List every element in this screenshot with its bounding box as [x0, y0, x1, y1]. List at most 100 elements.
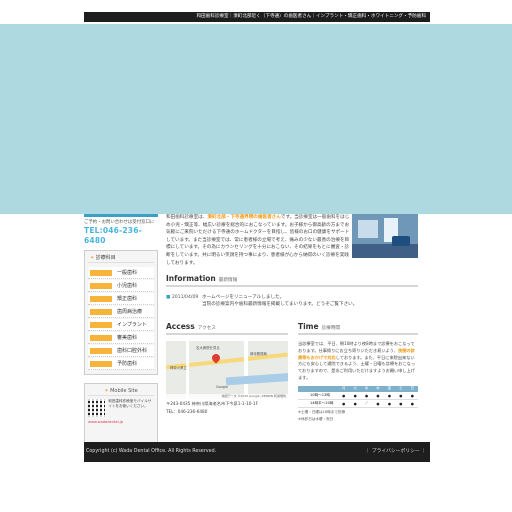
time-heading: Time 診療時間	[298, 322, 418, 335]
menu-tag	[90, 308, 112, 315]
clinic-photo	[352, 214, 418, 258]
hours-cell: ●	[349, 399, 361, 409]
info-subtitle: 最新情報	[218, 278, 238, 283]
map-label: 緑寺郵便局	[250, 352, 267, 356]
menu-item-label: 予防歯科	[117, 360, 138, 367]
department-menu: ✦ 診療科目 一般歯科 小児歯科 矯正歯科 歯周病治療 インプラント 審美歯科 …	[84, 250, 158, 375]
site-tagline: 和田歯科診療室｜湊町北部近く（下寺通）の歯医者さん｜インプラント・矯正歯科・ホワ…	[84, 12, 430, 22]
hero-banner	[0, 24, 512, 214]
hours-cell: ●	[395, 399, 407, 409]
bullet-icon: ■	[166, 295, 171, 300]
menu-tag	[90, 347, 112, 354]
map-label: 神奈川県立	[170, 366, 187, 370]
access-tel: TEL：046-236-6480	[166, 409, 208, 414]
menu-tag	[90, 269, 112, 276]
menu-item-pediatric[interactable]: 小児歯科	[88, 280, 154, 292]
information-section: Information 最新情報 ■ 2011/04/09 ホームページをリニュ…	[166, 274, 418, 308]
time-text: 当診療室では、平日、朝10時より夜8時まで診療をおこなっております。仕事帰りにお…	[298, 341, 418, 382]
top-bar: 和田歯科診療室｜湊町北部近く（下寺通）の歯医者さん｜インプラント・矯正歯科・ホワ…	[0, 0, 512, 24]
footer: Copyright (c) Wada Dental Office. All Ri…	[84, 442, 430, 462]
hours-cell: ●	[383, 391, 396, 401]
mobile-site-box[interactable]: ✦ Mobile Site 和田歯科診療室モバイルサイトをお使いください。 ww…	[84, 383, 158, 445]
mobile-row: 和田歯科診療室モバイルサイトをお使いください。	[88, 399, 154, 417]
hours-cell: ●	[395, 391, 407, 401]
map-footer: 地図データ ©2015 Google, ZENRIN 利用規約	[166, 394, 288, 399]
star-icon: ✦	[104, 388, 109, 394]
menu-item-general[interactable]: 一般歯科	[88, 267, 154, 279]
address: 〒243-0435 神奈川県海老名市下今泉1-1-10-1F	[166, 401, 259, 406]
hours-cell: ●	[372, 399, 384, 409]
hours-cell: ●	[406, 391, 418, 401]
hours-row-label: 14時半〜20時	[298, 399, 338, 409]
map-road	[244, 341, 248, 399]
qr-code-icon	[88, 399, 107, 417]
google-map[interactable]: 名大病院を見る 神奈川県立 緑寺郵便局 Google 地図データ ©2015 G…	[166, 341, 288, 399]
access-subtitle: アクセス	[197, 326, 216, 331]
news-line: 当院の診療案内や歯科最新情報を掲載してまいります。どうぞご覧下さい。	[202, 302, 358, 307]
intro-rest: です。当診療室は一般歯科をはじめ小児・矯正等、幅広い診療を総合的におこなっていま…	[166, 215, 350, 266]
map-label: 名大病院を見る	[196, 346, 220, 350]
map-label: Google	[216, 385, 228, 389]
menu-item-periodontal[interactable]: 歯周病治療	[88, 306, 154, 318]
intro-lead: 和田歯科診療室は、	[166, 215, 208, 220]
dental-chair	[392, 236, 410, 246]
menu-item-label: 審美歯科	[117, 334, 138, 341]
news-date-text: 2011/04/09	[171, 295, 199, 300]
star-icon: ✦	[90, 255, 95, 261]
menu-tag	[90, 282, 112, 289]
hours-cell: ●	[372, 391, 384, 401]
hours-cell: ●	[360, 391, 373, 401]
copyright: Copyright (c) Wada Dental Office. All Ri…	[86, 449, 217, 454]
left-column: ご予約・お問い合わせは受付窓口に TEL:046-236-6480 ✦ 診療科目…	[84, 214, 158, 445]
privacy-policy-link[interactable]: ｜ プライバシーポリシー ｜	[365, 442, 426, 462]
hours-cell: ●	[349, 391, 361, 401]
menu-item-preventive[interactable]: 予防歯科	[88, 358, 154, 370]
intro-highlight: 湊町北部・下寺通界隈の歯医者さん	[207, 215, 281, 220]
menu-item-orthodontic[interactable]: 矯正歯科	[88, 293, 154, 305]
hours-cell: ●	[406, 399, 418, 409]
menu-item-label: 一般歯科	[117, 269, 138, 276]
time-title: Time	[298, 322, 319, 331]
news-body: ホームページをリニューアルしました。 当院の診療案内や歯科最新情報を掲載してまい…	[202, 294, 402, 308]
map-road	[186, 341, 189, 399]
mobile-text: 和田歯科診療室モバイルサイトをお使いください。	[108, 399, 152, 408]
menu-item-label: 矯正歯科	[117, 295, 138, 302]
menu-tag	[90, 360, 112, 367]
main-content: 和田歯科診療室は、湊町北部・下寺通界隈の歯医者さんです。当診療室は一般歯科をはじ…	[166, 214, 418, 421]
time-subtitle: 診療時間	[321, 326, 340, 331]
mobile-title-text: Mobile Site	[110, 388, 138, 394]
hours-row: 10時〜13時 ● ● ● ● ● ● ●	[298, 391, 418, 401]
menu-item-label: 歯科口腔外科	[117, 347, 148, 354]
access-section: Access アクセス 名大病院を見る 神奈川県立 緑寺郵便局 Google 地…	[166, 322, 288, 415]
menu-title: ✦ 診療科目	[88, 254, 154, 263]
tel-accent-bar	[84, 214, 158, 217]
menu-item-oral-surgery[interactable]: 歯科口腔外科	[88, 345, 154, 357]
hours-note: ※土曜・日曜は18時まで診療	[298, 410, 346, 415]
hours-row: 14時半〜20時 ● ● ／ ● ● ● ●	[298, 399, 418, 409]
mobile-title: ✦ Mobile Site	[88, 387, 154, 396]
menu-item-implant[interactable]: インプラント	[88, 319, 154, 331]
news-date: ■ 2011/04/09	[166, 294, 202, 308]
mobile-url[interactable]: www.wadadental.jp	[88, 420, 154, 425]
contact-tel[interactable]: TEL:046-236-6480	[84, 226, 158, 246]
info-heading: Information 最新情報	[166, 274, 418, 287]
access-title: Access	[166, 322, 195, 331]
info-title: Information	[166, 274, 216, 283]
news-item: ■ 2011/04/09 ホームページをリニューアルしました。 当院の診療案内や…	[166, 294, 418, 308]
hours-cell: ／	[360, 399, 373, 409]
hours-row-label: 10時〜13時	[298, 391, 338, 401]
news-line: ホームページをリニューアルしました。	[202, 295, 285, 300]
intro-text: 和田歯科診療室は、湊町北部・下寺通界隈の歯医者さんです。当診療室は一般歯科をはじ…	[166, 214, 350, 267]
menu-item-aesthetic[interactable]: 審美歯科	[88, 332, 154, 344]
map-river	[225, 372, 288, 386]
hours-note: ※休診日は水曜・祝日	[298, 417, 334, 422]
hours-cell: ●	[338, 391, 350, 401]
menu-title-text: 診療科目	[95, 255, 116, 261]
access-heading: Access アクセス	[166, 322, 288, 335]
hours-cell: ●	[338, 399, 350, 409]
photo-floor	[352, 244, 418, 258]
menu-tag	[90, 321, 112, 328]
time-section: Time 診療時間 当診療室では、平日、朝10時より夜8時まで診療をおこなってお…	[298, 322, 418, 422]
hours-table: 月 火 水 木 金 土 日 10時〜13時 ● ● ● ● ● ● ● 14時半…	[298, 385, 418, 409]
menu-item-label: 歯周病治療	[117, 308, 143, 315]
